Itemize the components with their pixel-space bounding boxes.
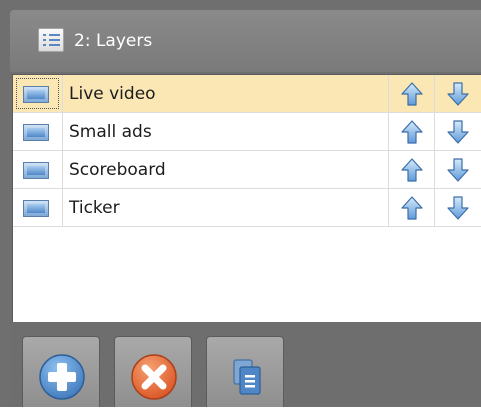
panel-header: 2: Layers <box>10 10 481 72</box>
arrow-down-icon <box>447 158 469 182</box>
arrow-up-icon <box>401 120 423 144</box>
arrow-down-icon <box>447 120 469 144</box>
arrow-up-icon <box>401 196 423 220</box>
layer-row[interactable]: Scoreboard <box>13 151 481 189</box>
list-icon <box>38 28 64 52</box>
layer-row[interactable]: Ticker <box>13 189 481 227</box>
layer-name: Scoreboard <box>69 160 166 180</box>
move-down-button[interactable] <box>435 189 481 226</box>
layer-row[interactable]: Live video <box>13 75 481 113</box>
arrow-up-icon <box>401 82 423 106</box>
layer-name: Small ads <box>69 122 152 142</box>
arrow-down-icon <box>447 196 469 220</box>
add-layer-button[interactable] <box>22 336 100 407</box>
move-up-button[interactable] <box>389 75 435 112</box>
duplicate-icon <box>233 359 261 395</box>
move-up-button[interactable] <box>389 151 435 188</box>
arrow-up-icon <box>401 158 423 182</box>
layer-name: Ticker <box>69 198 120 218</box>
move-down-button[interactable] <box>435 113 481 150</box>
layers-panel: 2: Layers Live video Small ads Scoreboar… <box>0 0 481 407</box>
toolbar <box>10 322 481 407</box>
image-icon <box>23 200 49 217</box>
arrow-down-icon <box>447 82 469 106</box>
panel-title: 2: Layers <box>74 31 153 51</box>
image-icon <box>23 162 49 179</box>
remove-icon <box>131 354 177 400</box>
image-icon <box>23 124 49 141</box>
move-up-button[interactable] <box>389 113 435 150</box>
remove-layer-button[interactable] <box>114 336 192 407</box>
duplicate-layer-button[interactable] <box>206 336 284 407</box>
layer-name: Live video <box>69 84 156 104</box>
layer-list: Live video Small ads Scoreboard Ticker <box>12 74 481 322</box>
move-down-button[interactable] <box>435 75 481 112</box>
move-down-button[interactable] <box>435 151 481 188</box>
image-icon <box>23 86 49 103</box>
move-up-button[interactable] <box>389 189 435 226</box>
add-icon <box>39 354 85 400</box>
layer-row[interactable]: Small ads <box>13 113 481 151</box>
